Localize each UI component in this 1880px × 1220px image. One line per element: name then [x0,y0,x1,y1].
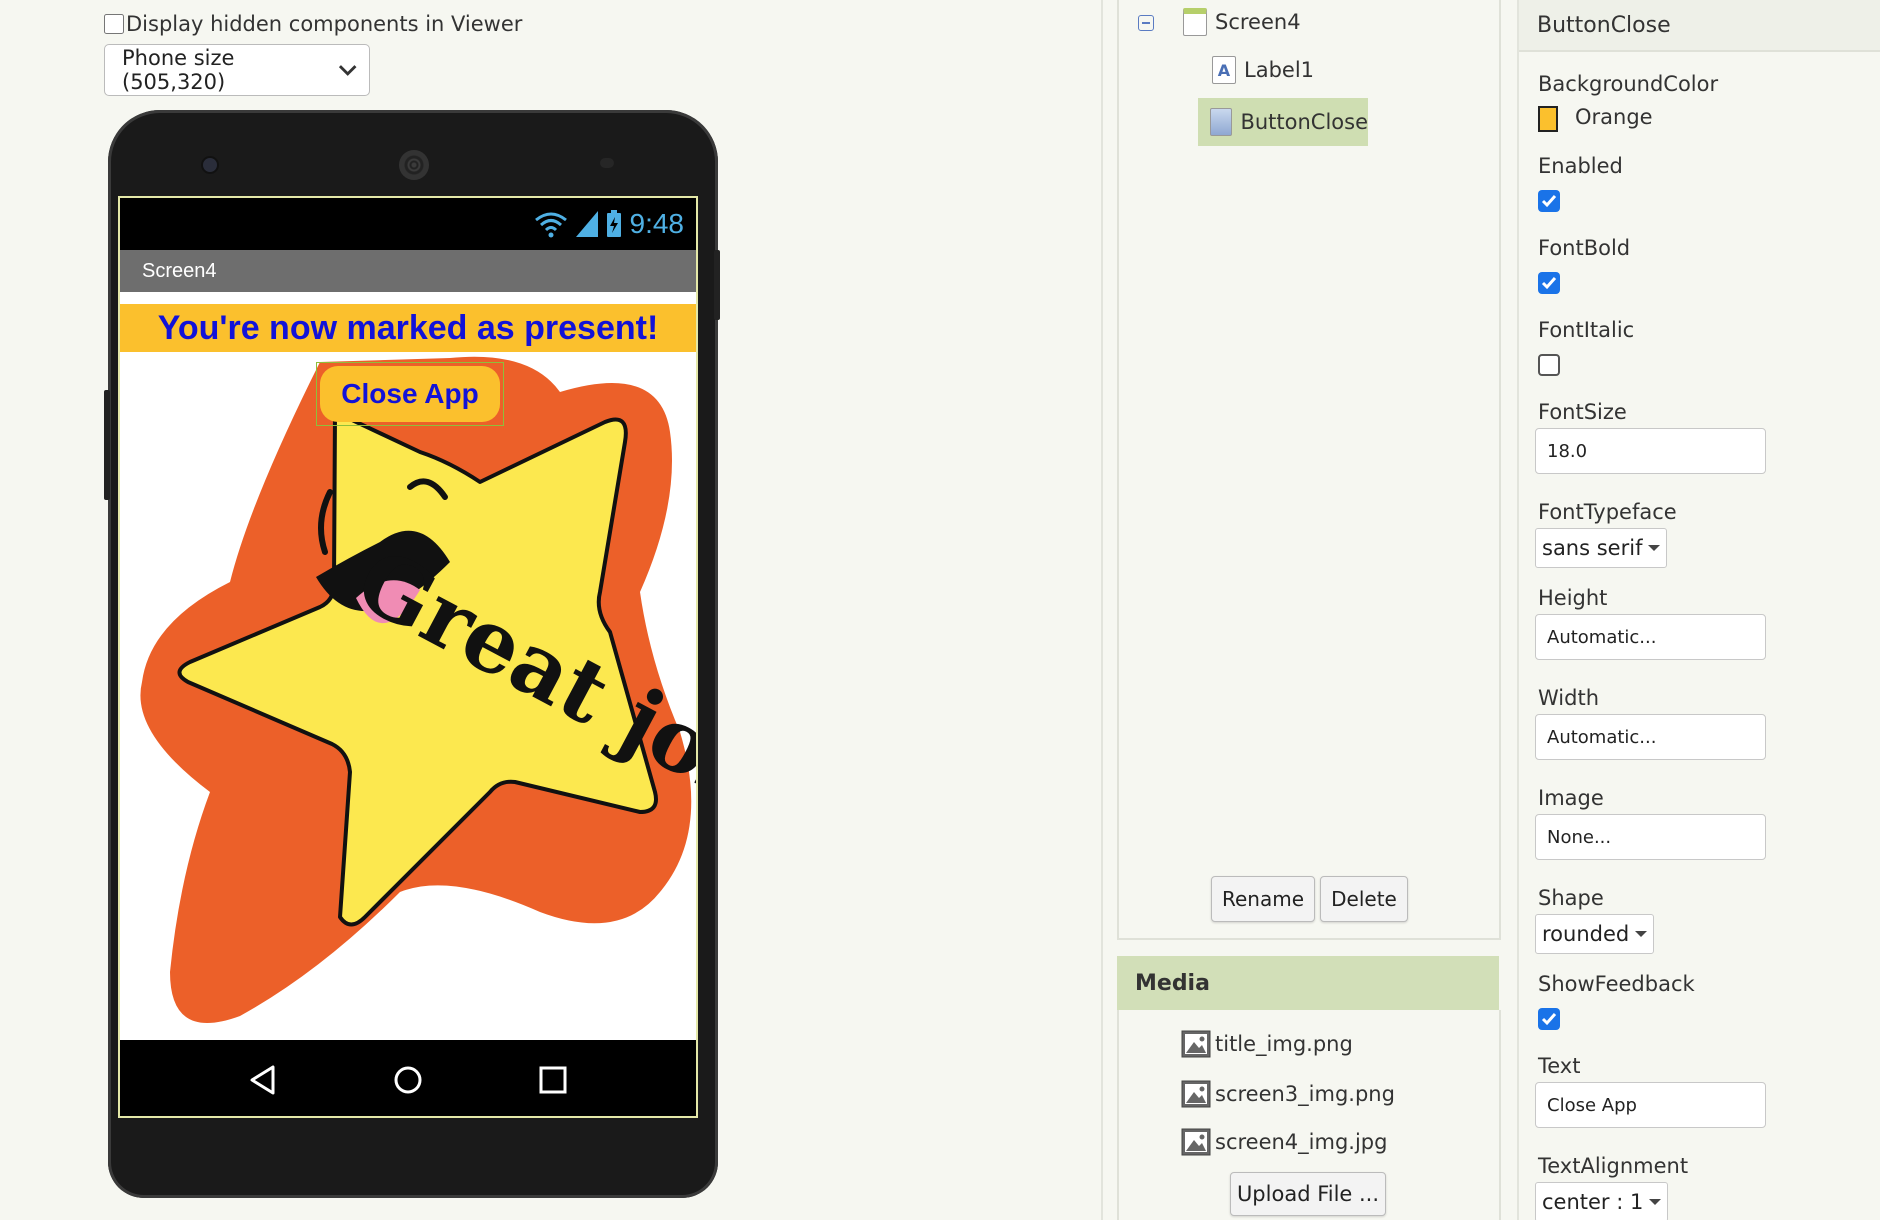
collapse-icon[interactable] [1138,15,1154,31]
media-file[interactable]: screen3_img.png [1181,1080,1395,1108]
prop-label-text: Text [1538,1054,1581,1078]
media-file-name: screen4_img.jpg [1215,1130,1388,1154]
delete-button[interactable]: Delete [1320,876,1408,922]
fontsize-input[interactable]: 18.0 [1535,428,1766,474]
column-divider [1517,0,1519,1220]
text-input[interactable]: Close App [1535,1082,1766,1128]
media-header: Media [1117,956,1499,1010]
hidden-components-label: Display hidden components in Viewer [126,12,523,36]
signal-icon [575,211,598,237]
tree-item-label: Label1 [1244,58,1315,82]
fonttypeface-dropdown[interactable]: sans serif [1535,528,1668,568]
textalignment-value: center : 1 [1542,1190,1644,1214]
phone-power-key [714,250,720,320]
camera-icon [203,158,217,172]
check-icon [1541,195,1557,208]
fonttypeface-value: sans serif [1542,536,1643,560]
tree-item-screen4[interactable]: Screen4 [1183,8,1301,36]
wifi-icon [534,212,567,238]
back-icon[interactable] [247,1064,279,1096]
phone-size-value: Phone size (505,320) [122,46,235,94]
prop-label-showfeedback: ShowFeedback [1538,972,1695,996]
prop-label-fonttypeface: FontTypeface [1538,500,1677,524]
home-icon[interactable] [392,1064,424,1096]
tree-item-label1[interactable]: A Label1 [1212,56,1314,84]
prop-label-fontbold: FontBold [1538,236,1631,260]
image-file-icon [1181,1030,1211,1058]
prop-label-shape: Shape [1538,886,1604,910]
recents-icon[interactable] [537,1064,569,1096]
shape-dropdown[interactable]: rounded [1535,914,1655,954]
check-icon [1541,1013,1557,1026]
prop-label-enabled: Enabled [1538,154,1623,178]
width-input[interactable]: Automatic... [1535,714,1766,760]
textalignment-dropdown[interactable]: center : 1 [1535,1182,1669,1220]
fontitalic-checkbox[interactable] [1538,354,1560,376]
image-file-icon [1181,1128,1211,1156]
button-icon [1210,108,1233,136]
caret-down-icon [1635,931,1648,937]
screen-title-bar: Screen4 [120,250,696,292]
prop-label-fontsize: FontSize [1538,400,1627,424]
screen-title: Screen4 [142,259,217,282]
enabled-checkbox[interactable] [1538,190,1560,212]
android-nav-bar [120,1040,696,1116]
check-icon [1541,277,1557,290]
media-file-name: title_img.png [1215,1032,1353,1056]
caret-down-icon [1649,1199,1662,1205]
sensor-icon [600,158,614,168]
close-app-button[interactable]: Close App [320,366,500,422]
column-divider [1101,0,1103,1220]
label-icon: A [1212,56,1236,84]
speaker-icon [399,150,429,180]
hidden-components-checkbox-row[interactable]: Display hidden components in Viewer [104,12,522,36]
tree-item-label: ButtonClose [1240,110,1368,134]
properties-header: ButtonClose [1519,0,1880,52]
status-time: 9:48 [629,208,685,239]
prop-backgroundcolor-value[interactable]: Orange [1575,105,1653,129]
label1-present-message[interactable]: You're now marked as present! [120,304,696,352]
tree-item-buttonclose[interactable]: ButtonClose [1198,98,1368,146]
great-job-star-image[interactable]: Great job! [120,352,698,1034]
prop-label-image: Image [1538,786,1604,810]
fontbold-checkbox[interactable] [1538,272,1560,294]
phone-side-key [104,390,110,500]
screen-icon [1183,8,1207,36]
prop-label-fontitalic: FontItalic [1538,318,1635,342]
prop-label-width: Width [1538,686,1600,710]
height-input[interactable]: Automatic... [1535,614,1766,660]
prop-label-backgroundcolor: BackgroundColor [1538,72,1719,96]
phone-screen: 9:48 Screen4 You're now marked as presen… [118,196,698,1118]
shape-value: rounded [1542,922,1630,946]
image-input[interactable]: None... [1535,814,1766,860]
upload-file-button[interactable]: Upload File ... [1230,1172,1386,1216]
showfeedback-checkbox[interactable] [1538,1008,1560,1030]
chevron-down-icon [338,65,357,76]
rename-button[interactable]: Rename [1211,876,1315,922]
caret-down-icon [1648,545,1661,551]
color-swatch[interactable] [1538,106,1558,132]
tree-item-label: Screen4 [1215,10,1301,34]
media-file-name: screen3_img.png [1215,1082,1395,1106]
prop-label-textalignment: TextAlignment [1538,1154,1689,1178]
phone-size-select[interactable]: Phone size (505,320) [104,44,370,96]
status-bar: 9:48 [120,198,696,250]
battery-icon [606,210,621,237]
image-file-icon [1181,1080,1211,1108]
media-file[interactable]: screen4_img.jpg [1181,1128,1387,1156]
hidden-components-checkbox[interactable] [104,14,124,34]
media-file[interactable]: title_img.png [1181,1030,1353,1058]
prop-label-height: Height [1538,586,1608,610]
